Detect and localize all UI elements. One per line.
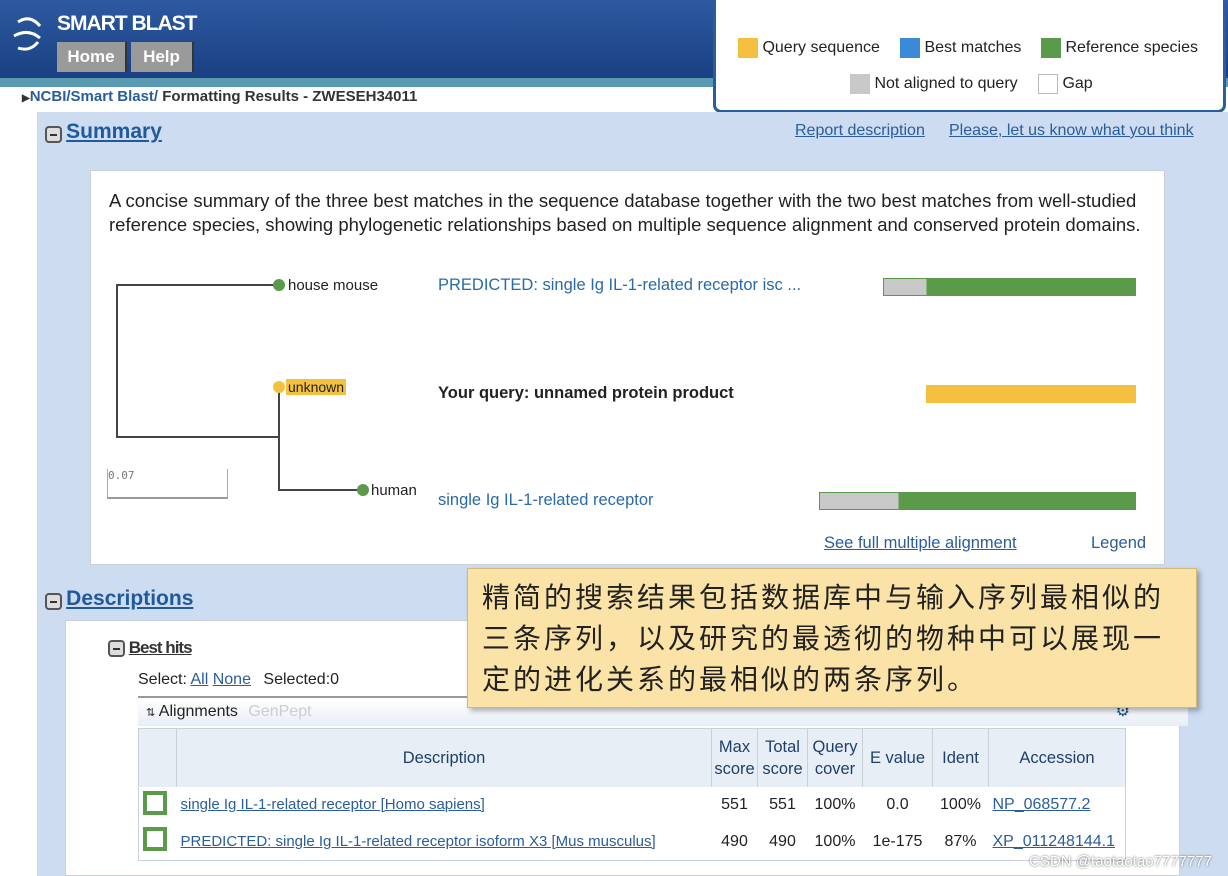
max-score: 490: [721, 832, 748, 850]
accession-link[interactable]: NP_068577.2: [993, 796, 1091, 813]
legend-query: Query sequence: [762, 39, 880, 57]
results-table: Description Max score Total score Query …: [138, 728, 1126, 861]
summary-header[interactable]: Summary: [45, 120, 162, 144]
best-hits-header[interactable]: Best hits: [108, 638, 193, 658]
total-score: 551: [769, 796, 796, 813]
row-checkbox[interactable]: [143, 790, 167, 815]
col-description[interactable]: Description: [176, 728, 712, 787]
col-ident[interactable]: Ident: [932, 728, 989, 787]
full-alignment-link[interactable]: See full multiple alignment: [824, 534, 1017, 553]
legend-best: Best matches: [924, 39, 1022, 57]
unaligned-swatch: [850, 74, 870, 94]
best-swatch: [900, 38, 920, 58]
table-row: PREDICTED: single Ig IL-1-related recept…: [139, 824, 1126, 861]
node-label-human: human: [371, 482, 417, 499]
tree-branch: [116, 284, 279, 286]
tab-genpept[interactable]: GenPept: [248, 703, 311, 720]
best-hits-title[interactable]: Best hits: [129, 638, 193, 657]
max-score: 551: [721, 796, 748, 813]
scale-label: 0.07: [108, 469, 135, 482]
tree-node[interactable]: [357, 484, 369, 496]
annotation-tooltip: 精简的搜索结果包括数据库中与输入序列最相似的三条序列，以及研究的最透彻的物种中可…: [467, 568, 1197, 708]
collapse-icon[interactable]: [45, 125, 62, 143]
hit-link[interactable]: single Ig IL-1-related receptor: [438, 491, 654, 510]
nav-help[interactable]: Help: [131, 42, 194, 72]
col-total-score[interactable]: Total score: [757, 728, 808, 787]
evalue: 0.0: [886, 796, 909, 813]
accession-link[interactable]: XP_011248144.1: [993, 833, 1115, 850]
select-label: Select:: [138, 671, 187, 688]
node-label-mouse: house mouse: [288, 277, 379, 294]
alignment-bar[interactable]: [883, 278, 1136, 296]
collapse-icon[interactable]: [45, 592, 62, 610]
tree-node-query[interactable]: [273, 381, 285, 393]
breadcrumb-ncbi[interactable]: NCBI/: [30, 88, 71, 105]
breadcrumb-current: Formatting Results - ZWESEH34011: [162, 88, 418, 105]
tree-branch: [278, 489, 363, 491]
query-swatch: [738, 38, 758, 58]
legend-gap: Gap: [1062, 75, 1093, 93]
query-cover: 100%: [814, 796, 856, 813]
total-score: 490: [769, 832, 796, 850]
tab-alignments[interactable]: Alignments: [159, 703, 238, 720]
tree-branch: [116, 436, 279, 438]
nav-home[interactable]: Home: [57, 42, 127, 72]
query-bar: [926, 385, 1136, 403]
checkbox-column: [138, 728, 177, 787]
col-max-score[interactable]: Max score: [711, 728, 758, 787]
evalue: 1e-175: [872, 832, 923, 850]
gap-swatch: [1038, 74, 1058, 94]
legend-link[interactable]: Legend: [1091, 534, 1146, 553]
legend-unaligned: Not aligned to query: [874, 75, 1018, 93]
legend-panel: Query sequence Best matches Reference sp…: [713, 0, 1226, 113]
breadcrumb: ▶NCBI/Smart Blast/ Formatting Results - …: [22, 88, 417, 105]
logo-icon: [13, 17, 42, 51]
selected-count: Selected:0: [263, 671, 340, 688]
row-description-link[interactable]: single Ig IL-1-related receptor [Homo sa…: [181, 796, 485, 813]
tree-branch: [278, 387, 280, 491]
app-title: SMART BLAST: [57, 12, 197, 35]
tree-node[interactable]: [273, 279, 285, 291]
query-label: Your query: unnamed protein product: [438, 384, 734, 402]
watermark: CSDN @taotaotao7777777: [1029, 853, 1212, 870]
feedback-link[interactable]: Please, let us know what you think: [949, 122, 1194, 140]
ident: 100%: [940, 796, 981, 813]
sort-icon[interactable]: ⇅: [146, 707, 155, 719]
row-description-link[interactable]: PREDICTED: single Ig IL-1-related recept…: [181, 833, 656, 850]
summary-box: A concise summary of the three best matc…: [90, 170, 1165, 565]
node-label-query: unknown: [286, 379, 347, 395]
summary-title[interactable]: Summary: [66, 120, 162, 143]
breadcrumb-smartblast[interactable]: Smart Blast/: [71, 88, 159, 105]
select-none-link[interactable]: None: [213, 671, 251, 688]
hit-link[interactable]: PREDICTED: single Ig IL-1-related recept…: [438, 276, 801, 295]
summary-intro: A concise summary of the three best matc…: [109, 190, 1141, 235]
query-cover: 100%: [814, 832, 856, 850]
select-all-link[interactable]: All: [190, 671, 208, 688]
collapse-icon[interactable]: [108, 640, 125, 658]
descriptions-title[interactable]: Descriptions: [66, 587, 193, 610]
row-checkbox[interactable]: [143, 827, 167, 852]
col-query-cover[interactable]: Query cover: [807, 728, 863, 787]
report-description-link[interactable]: Report description: [795, 122, 925, 140]
alignment-bar[interactable]: [819, 492, 1136, 510]
descriptions-header[interactable]: Descriptions: [45, 587, 193, 611]
scale-bar: 0.07: [107, 469, 228, 499]
breadcrumb-arrow-icon: ▶: [22, 93, 30, 104]
legend-reference: Reference species: [1065, 39, 1198, 57]
col-accession[interactable]: Accession: [988, 728, 1126, 787]
col-evalue[interactable]: E value: [862, 728, 933, 787]
tree-branch: [116, 284, 118, 437]
table-row: single Ig IL-1-related receptor [Homo sa…: [139, 787, 1126, 824]
reference-swatch: [1041, 38, 1061, 58]
ident: 87%: [944, 832, 977, 850]
